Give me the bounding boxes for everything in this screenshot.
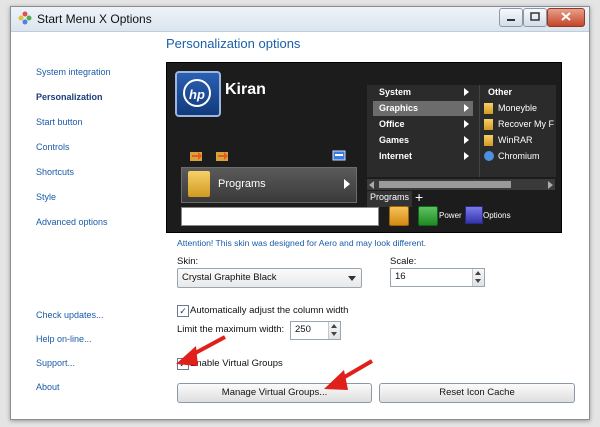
scale-value: 16 xyxy=(395,271,406,282)
hp-logo-icon: hp xyxy=(183,79,211,107)
programs-label: Programs xyxy=(218,178,266,190)
user-picture: hp xyxy=(175,71,221,117)
auto-adjust-label: Automatically adjust the column width xyxy=(190,305,349,316)
sidebar-item-start-button[interactable]: Start button xyxy=(36,117,83,127)
preview-submenu: Other Moneyble Recover My F WinRAR Chrom… xyxy=(479,85,556,177)
programs-folder-icon xyxy=(188,171,210,197)
lock-icon[interactable] xyxy=(389,206,409,226)
menu-item-graphics[interactable]: Graphics xyxy=(373,101,473,116)
max-width-label: Limit the maximum width: xyxy=(177,324,285,335)
menu-item-internet[interactable]: Internet xyxy=(373,149,473,164)
close-button[interactable] xyxy=(547,8,585,27)
minimize-button[interactable] xyxy=(499,8,523,27)
run-window-icon xyxy=(332,150,346,161)
chevron-right-icon xyxy=(464,120,469,128)
preview-scrollbar[interactable] xyxy=(367,179,555,190)
minimize-icon xyxy=(507,19,515,21)
skin-label: Skin: xyxy=(177,256,199,267)
sidebar: System integration Personalization Start… xyxy=(11,32,161,418)
add-tab-icon[interactable]: + xyxy=(415,189,423,205)
skin-value: Crystal Graphite Black xyxy=(182,272,277,283)
options-label: Options xyxy=(483,211,511,220)
power-icon[interactable] xyxy=(418,206,438,226)
chevron-right-icon xyxy=(344,179,350,189)
sidebar-item-controls[interactable]: Controls xyxy=(36,142,70,152)
preview-menu: System Graphics Office Games Internet xyxy=(367,85,479,177)
tab-programs[interactable]: Programs xyxy=(367,191,413,207)
chevron-right-icon xyxy=(464,152,469,160)
help-online-link[interactable]: Help on-line... xyxy=(36,334,92,344)
window-title: Start Menu X Options xyxy=(37,12,152,26)
sidebar-item-shortcuts[interactable]: Shortcuts xyxy=(36,167,74,177)
menu-item-system[interactable]: System xyxy=(373,85,473,100)
arrow-down-icon xyxy=(475,279,481,283)
virtual-groups-label: Enable Virtual Groups xyxy=(190,358,283,369)
winrar-icon xyxy=(484,135,493,146)
menu-item-office[interactable]: Office xyxy=(373,117,473,132)
scale-stepper[interactable]: 16 xyxy=(390,268,485,287)
virtual-groups-checkbox[interactable]: ✓ xyxy=(177,358,189,370)
max-width-stepper-buttons[interactable] xyxy=(328,322,340,339)
auto-adjust-checkbox[interactable]: ✓ xyxy=(177,305,189,317)
arrow-up-icon xyxy=(475,271,481,275)
skin-dropdown[interactable]: Crystal Graphite Black xyxy=(177,268,362,288)
max-width-stepper[interactable]: 250 xyxy=(290,321,341,340)
app-icon xyxy=(484,103,493,114)
maximize-button[interactable] xyxy=(523,8,547,27)
support-link[interactable]: Support... xyxy=(36,358,75,368)
chevron-down-icon xyxy=(348,276,356,281)
folder-arrow-icon-2 xyxy=(216,152,228,161)
reset-icon-cache-button[interactable]: Reset Icon Cache xyxy=(379,383,575,403)
arrow-up-icon xyxy=(331,324,337,328)
preview-search-input[interactable] xyxy=(181,207,379,226)
menu-item-games[interactable]: Games xyxy=(373,133,473,148)
programs-button[interactable]: Programs xyxy=(181,167,357,203)
chevron-right-icon xyxy=(464,136,469,144)
attention-note: Attention! This skin was designed for Ae… xyxy=(177,238,427,248)
app-icon xyxy=(484,119,493,130)
app-icon xyxy=(18,11,32,25)
options-gear-icon[interactable] xyxy=(465,206,483,224)
sidebar-item-style[interactable]: Style xyxy=(36,192,56,202)
about-link[interactable]: About xyxy=(36,382,60,392)
title-bar: Start Menu X Options xyxy=(11,7,589,32)
scroll-left-icon xyxy=(369,181,374,189)
manage-virtual-groups-button[interactable]: Manage Virtual Groups... xyxy=(177,383,372,403)
power-label: Power xyxy=(439,211,462,220)
scroll-right-icon xyxy=(548,181,553,189)
folder-arrow-icon xyxy=(190,152,202,161)
chevron-right-icon xyxy=(464,104,469,112)
check-updates-link[interactable]: Check updates... xyxy=(36,310,104,320)
skin-preview: hp Kiran Programs System Graphics Office… xyxy=(166,62,562,233)
chromium-icon xyxy=(484,151,494,161)
maximize-icon xyxy=(530,12,540,21)
scale-stepper-buttons[interactable] xyxy=(472,269,484,286)
scale-label: Scale: xyxy=(390,256,417,267)
sidebar-item-personalization[interactable]: Personalization xyxy=(36,92,103,102)
sidebar-item-system-integration[interactable]: System integration xyxy=(36,67,111,77)
user-name: Kiran xyxy=(225,81,266,98)
page-title: Personalization options xyxy=(166,36,301,51)
sidebar-item-advanced-options[interactable]: Advanced options xyxy=(36,217,108,227)
max-width-value: 250 xyxy=(295,324,311,335)
arrow-down-icon xyxy=(331,332,337,336)
close-icon xyxy=(561,12,571,21)
scroll-thumb xyxy=(379,181,511,188)
chevron-right-icon xyxy=(464,88,469,96)
